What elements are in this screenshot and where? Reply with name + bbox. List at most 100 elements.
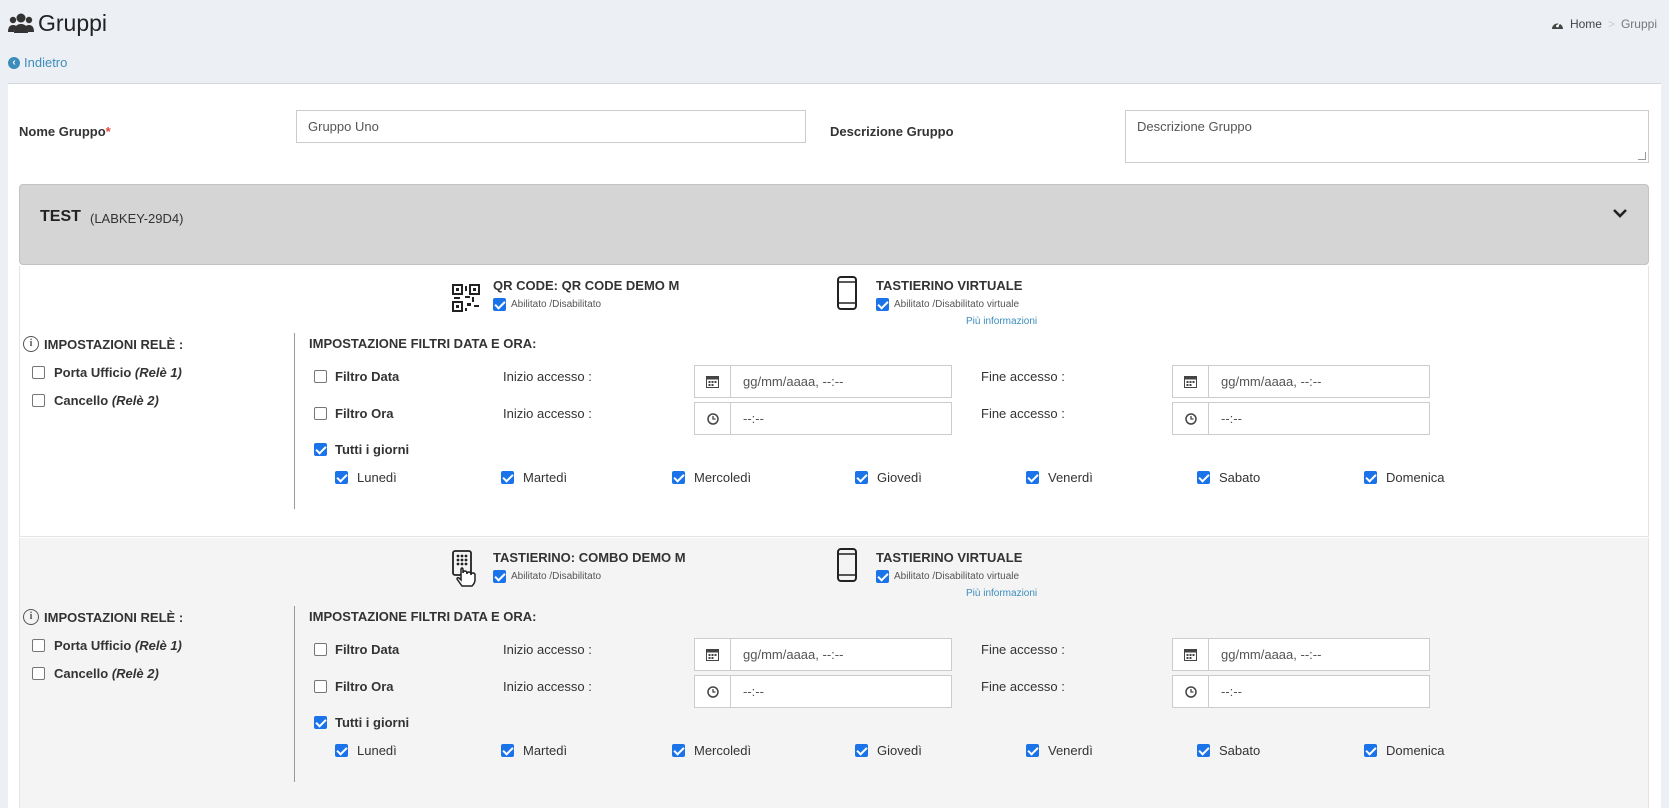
day-tuesday[interactable]: Martedì: [501, 743, 567, 758]
relay-1-checkbox[interactable]: [32, 639, 45, 652]
virtual-keypad-title: TASTIERINO VIRTUALE: [876, 278, 1023, 293]
filter-date-checkbox[interactable]: [314, 643, 327, 656]
day-wednesday[interactable]: Mercoledì: [672, 743, 751, 758]
access-enable-toggle[interactable]: Abilitato /Disabilitato: [493, 298, 601, 311]
date-end-input[interactable]: gg/mm/aaaa, --:--: [1172, 365, 1430, 398]
date-start-input[interactable]: gg/mm/aaaa, --:--: [694, 638, 952, 671]
day-checkbox[interactable]: [335, 744, 348, 757]
day-checkbox[interactable]: [855, 744, 868, 757]
relay-1-option[interactable]: Porta Ufficio (Relè 1): [32, 365, 182, 380]
day-thursday[interactable]: Giovedì: [855, 743, 922, 758]
breadcrumb-current: Gruppi: [1620, 17, 1657, 31]
day-checkbox[interactable]: [855, 471, 868, 484]
day-thursday[interactable]: Giovedì: [855, 470, 922, 485]
all-days-option[interactable]: Tutti i giorni: [314, 715, 409, 730]
back-link[interactable]: ‹ Indietro: [8, 55, 67, 70]
day-checkbox[interactable]: [1197, 744, 1210, 757]
group-description-label: Descrizione Gruppo: [830, 124, 954, 139]
dashboard-icon: [1551, 22, 1563, 29]
virtual-enable-checkbox[interactable]: [876, 298, 889, 311]
date-start-input[interactable]: gg/mm/aaaa, --:--: [694, 365, 952, 398]
day-friday[interactable]: Venerdì: [1026, 743, 1093, 758]
access-enable-checkbox[interactable]: [493, 570, 506, 583]
time-end-label: Fine accesso :: [981, 406, 1065, 421]
info-icon[interactable]: i: [23, 609, 39, 625]
day-checkbox[interactable]: [672, 471, 685, 484]
info-icon[interactable]: i: [23, 336, 39, 352]
day-tuesday[interactable]: Martedì: [501, 470, 567, 485]
day-checkbox[interactable]: [1026, 471, 1039, 484]
calendar-icon: [706, 376, 719, 388]
page-header: Gruppi: [8, 8, 107, 38]
chevron-left-circle-icon: ‹: [8, 56, 20, 69]
day-checkbox[interactable]: [501, 471, 514, 484]
more-info-link[interactable]: Più informazioni: [966, 316, 1037, 327]
day-checkbox[interactable]: [501, 744, 514, 757]
device-code: (LABKEY-29D4): [90, 211, 184, 226]
all-days-checkbox[interactable]: [314, 443, 327, 456]
time-end-input[interactable]: --:--: [1172, 402, 1430, 435]
filter-date-checkbox[interactable]: [314, 370, 327, 383]
resize-handle-icon[interactable]: [1638, 152, 1646, 160]
filter-time-checkbox[interactable]: [314, 680, 327, 693]
calendar-icon: [1184, 376, 1197, 388]
all-days-option[interactable]: Tutti i giorni: [314, 442, 409, 457]
access-enable-label: Abilitato /Disabilitato: [511, 299, 602, 310]
day-checkbox[interactable]: [1364, 471, 1377, 484]
day-checkbox[interactable]: [1197, 471, 1210, 484]
relay-2-checkbox[interactable]: [32, 394, 45, 407]
relay-2-option[interactable]: Cancello (Relè 2): [32, 666, 159, 681]
day-saturday[interactable]: Sabato: [1197, 743, 1260, 758]
access-enable-toggle[interactable]: Abilitato /Disabilitato: [493, 570, 601, 583]
virtual-keypad-title: TASTIERINO VIRTUALE: [876, 550, 1023, 565]
group-description-textarea[interactable]: Descrizione Gruppo: [1125, 110, 1649, 163]
time-start-input[interactable]: --:--: [694, 675, 952, 708]
virtual-enable-label: Abilitato /Disabilitato virtuale: [894, 571, 1020, 582]
filter-date-option[interactable]: Filtro Data: [314, 642, 399, 657]
virtual-enable-toggle[interactable]: Abilitato /Disabilitato virtuale: [876, 298, 1019, 311]
access-title: QR CODE: QR CODE DEMO M: [493, 278, 680, 293]
breadcrumb-separator: >: [1607, 17, 1615, 31]
clock-icon: [706, 412, 719, 425]
day-monday[interactable]: Lunedì: [335, 470, 397, 485]
time-start-input[interactable]: --:--: [694, 402, 952, 435]
filters-header: IMPOSTAZIONE FILTRI DATA E ORA:: [309, 336, 537, 351]
calendar-icon: [1184, 649, 1197, 661]
relay-settings-header: i IMPOSTAZIONI RELÈ :: [23, 336, 183, 352]
filter-time-option[interactable]: Filtro Ora: [314, 406, 394, 421]
day-checkbox[interactable]: [335, 471, 348, 484]
breadcrumb-home[interactable]: Home: [1570, 17, 1602, 31]
clock-icon: [1184, 685, 1197, 698]
relay-1-option[interactable]: Porta Ufficio (Relè 1): [32, 638, 182, 653]
time-end-input[interactable]: --:--: [1172, 675, 1430, 708]
day-monday[interactable]: Lunedì: [335, 743, 397, 758]
filter-time-option[interactable]: Filtro Ora: [314, 679, 394, 694]
day-friday[interactable]: Venerdì: [1026, 470, 1093, 485]
relay-2-option[interactable]: Cancello (Relè 2): [32, 393, 159, 408]
filter-time-checkbox[interactable]: [314, 407, 327, 420]
relay-settings-header: i IMPOSTAZIONI RELÈ :: [23, 609, 183, 625]
date-end-input[interactable]: gg/mm/aaaa, --:--: [1172, 638, 1430, 671]
day-sunday[interactable]: Domenica: [1364, 743, 1445, 758]
access-enable-label: Abilitato /Disabilitato: [511, 571, 602, 582]
access-enable-checkbox[interactable]: [493, 298, 506, 311]
all-days-checkbox[interactable]: [314, 716, 327, 729]
filters-header: IMPOSTAZIONE FILTRI DATA E ORA:: [309, 609, 537, 624]
keypad-touch-icon: [452, 550, 476, 587]
relay-1-checkbox[interactable]: [32, 366, 45, 379]
device-panel-header[interactable]: TEST (LABKEY-29D4): [19, 184, 1649, 265]
day-sunday[interactable]: Domenica: [1364, 470, 1445, 485]
day-saturday[interactable]: Sabato: [1197, 470, 1260, 485]
day-checkbox[interactable]: [1026, 744, 1039, 757]
virtual-enable-checkbox[interactable]: [876, 570, 889, 583]
day-checkbox[interactable]: [672, 744, 685, 757]
group-name-input[interactable]: Gruppo Uno: [296, 110, 806, 143]
virtual-enable-toggle[interactable]: Abilitato /Disabilitato virtuale: [876, 570, 1019, 583]
chevron-down-icon[interactable]: [1612, 205, 1628, 221]
access-section-qr: QR CODE: QR CODE DEMO M Abilitato /Disab…: [19, 266, 1649, 537]
day-checkbox[interactable]: [1364, 744, 1377, 757]
more-info-link[interactable]: Più informazioni: [966, 588, 1037, 599]
day-wednesday[interactable]: Mercoledì: [672, 470, 751, 485]
filter-date-option[interactable]: Filtro Data: [314, 369, 399, 384]
relay-2-checkbox[interactable]: [32, 667, 45, 680]
